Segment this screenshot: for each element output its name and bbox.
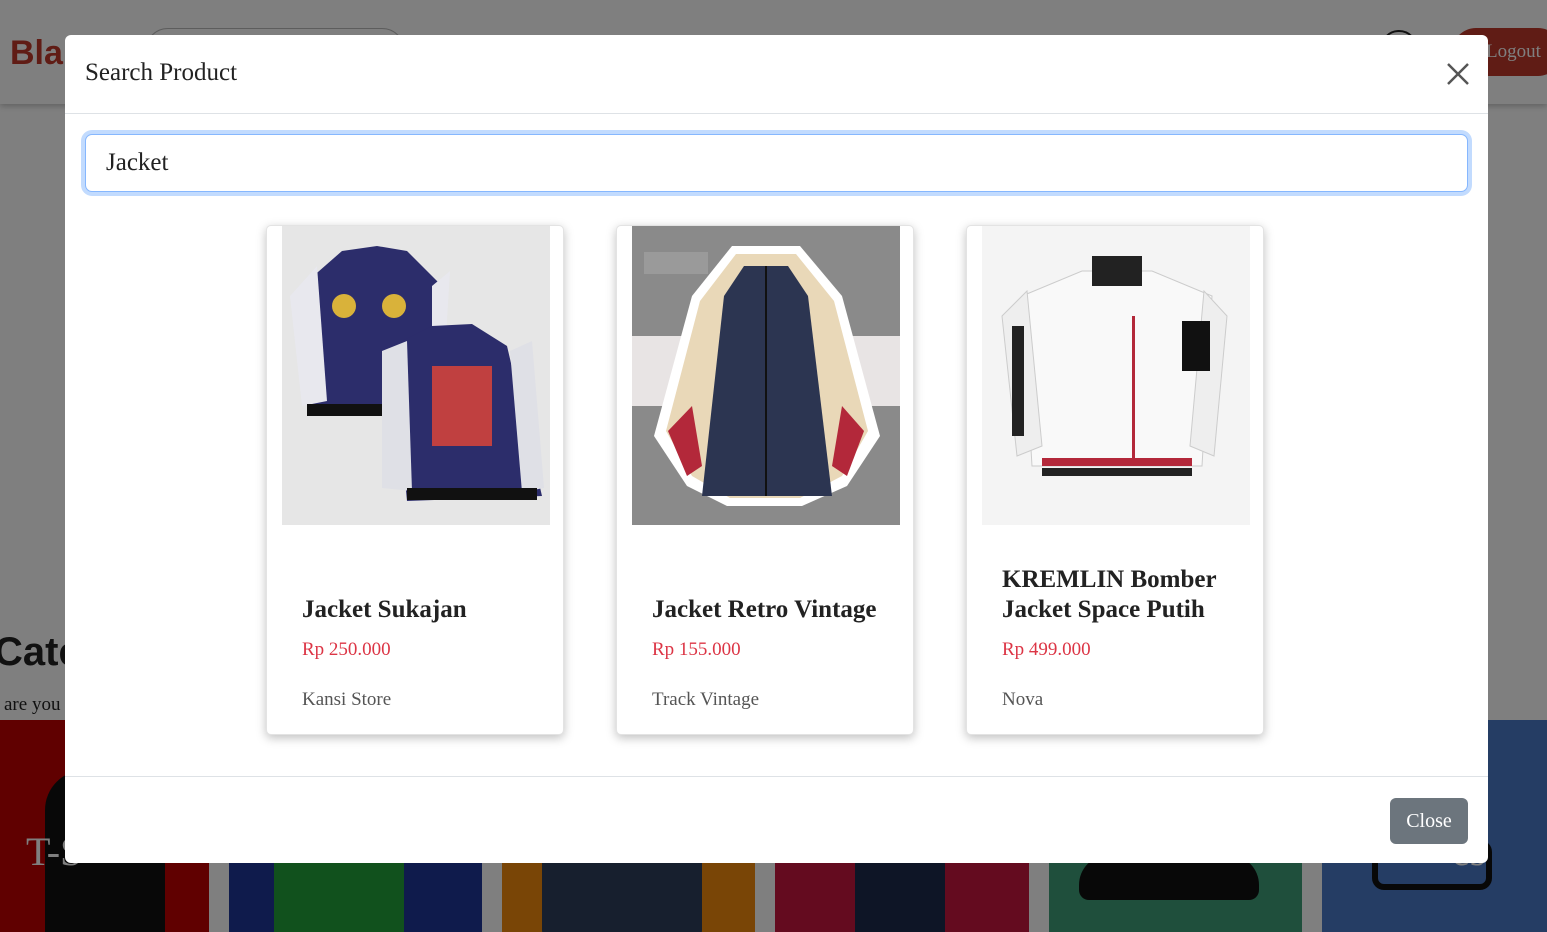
product-name: KREMLIN Bomber Jacket Space Putih xyxy=(1002,566,1217,623)
close-icon[interactable] xyxy=(1443,59,1473,89)
product-store: Kansi Store xyxy=(302,689,392,710)
modal-footer: Close xyxy=(65,776,1488,863)
product-price: Rp 155.000 xyxy=(652,639,741,660)
modal-title: Search Product xyxy=(85,59,238,86)
product-card[interactable]: Jacket Sukajan Rp 250.000 Kansi Store xyxy=(266,225,564,735)
product-name: Jacket Sukajan xyxy=(302,596,467,623)
product-card[interactable]: Jacket Retro Vintage Rp 155.000 Track Vi… xyxy=(616,225,914,735)
product-image xyxy=(282,226,550,525)
product-image xyxy=(632,226,900,525)
product-store: Track Vintage xyxy=(652,689,760,710)
product-price: Rp 499.000 xyxy=(1002,639,1091,660)
product-price: Rp 250.000 xyxy=(302,639,391,660)
product-store: Nova xyxy=(1002,689,1044,710)
search-input[interactable] xyxy=(85,134,1468,192)
product-name: Jacket Retro Vintage xyxy=(652,596,877,623)
product-image xyxy=(982,226,1250,525)
modal-header: Search Product xyxy=(65,35,1488,114)
modal-body: Jacket Sukajan Rp 250.000 Kansi Store xyxy=(65,114,1488,777)
search-product-modal: Search Product Jacket Jacket Sukajan Rp … xyxy=(65,35,1488,863)
product-card[interactable]: KREMLIN Bomber Jacket Space Putih Rp 499… xyxy=(966,225,1264,735)
close-button[interactable]: Close xyxy=(1390,798,1468,844)
